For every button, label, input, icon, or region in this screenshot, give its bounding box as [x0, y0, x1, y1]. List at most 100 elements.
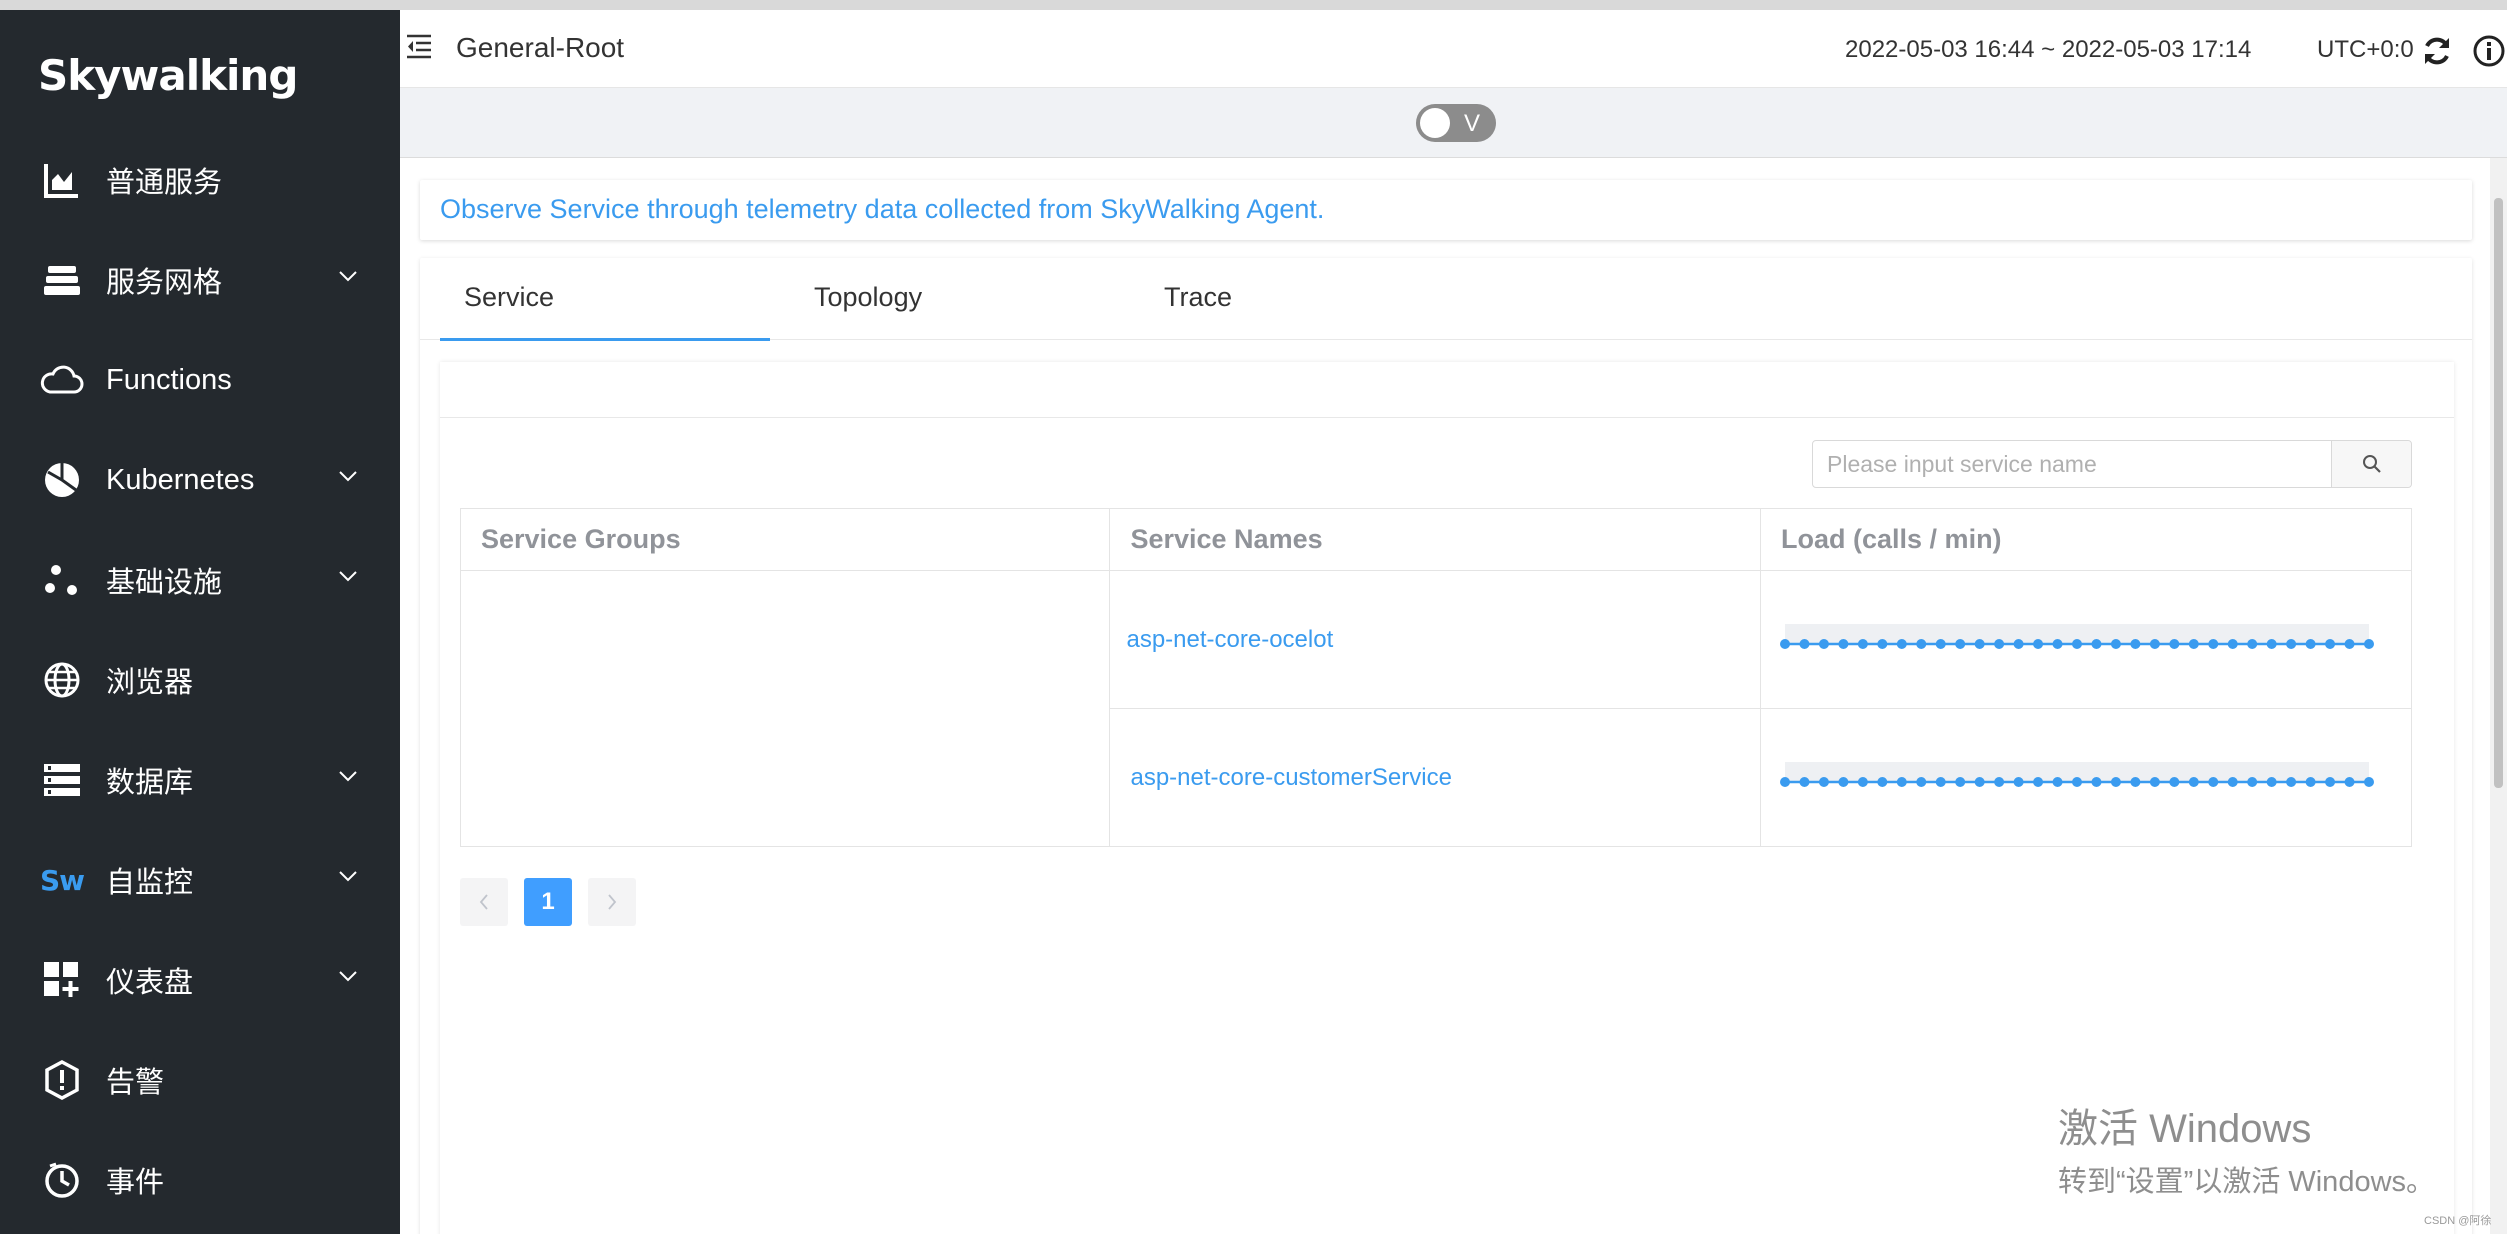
view-toggle-switch[interactable]: V [1416, 104, 1496, 142]
chevron-down-icon [339, 871, 357, 882]
mesh-icon [40, 258, 84, 302]
service-group-cell [459, 570, 1111, 847]
sparkline-point [2052, 638, 2063, 649]
sparkline-point [2072, 638, 2083, 649]
timezone-label[interactable]: UTC+0:0 [2317, 36, 2414, 64]
sparkline-point [2325, 638, 2336, 649]
sparkline-point [2364, 776, 2375, 787]
sidebar-item-database[interactable]: 数据库 [0, 730, 400, 830]
load-sparkline[interactable] [1777, 758, 2377, 798]
top-header: General-Root 2022-05-03 16:44 ~ 2022-05-… [400, 10, 2507, 88]
sidebar-item-service-mesh[interactable]: 服务网格 [0, 230, 400, 330]
service-table: Service Groups Service Names Load (calls… [459, 508, 2412, 847]
service-name-link[interactable]: asp-net-core-ocelot [1126, 626, 1333, 653]
toggle-label: V [1464, 110, 1481, 137]
skywalking-logo[interactable]: Skywalking [38, 40, 322, 110]
chevron-down-icon [339, 571, 357, 582]
sparkline-point [2033, 776, 2044, 787]
sidebar-item-label: Kubernetes [106, 463, 255, 496]
chevron-right-icon [608, 894, 617, 910]
chart-icon [40, 158, 84, 202]
sparkline-point [1857, 638, 1868, 649]
sparkline-point [1838, 776, 1849, 787]
prev-page-button[interactable] [460, 878, 508, 926]
sparkline-point [2169, 638, 2180, 649]
page-number-button[interactable]: 1 [524, 878, 572, 926]
search-button[interactable] [2331, 441, 2411, 487]
info-icon[interactable] [2472, 34, 2506, 73]
sparkline-point [2227, 776, 2238, 787]
sparkline-point [1877, 638, 1888, 649]
next-page-button[interactable] [588, 878, 636, 926]
logo-arc-icon [303, 55, 322, 95]
sw-icon-text: Sw [39, 863, 85, 897]
windows-activation-watermark: 激活 Windows 转到“设置”以激活 Windows。 [2058, 1096, 2435, 1200]
sidebar-item-label: 自监控 [106, 867, 194, 899]
sparkline-point [1780, 638, 1791, 649]
sparkline-point [2305, 776, 2316, 787]
column-header-load: Load (calls / min) [1760, 508, 2412, 571]
watermark-line-2: 转到“设置”以激活 Windows。 [2058, 1166, 2436, 1198]
table-header-row: Service Groups Service Names Load (calls… [459, 508, 2412, 571]
sidebar-item-alarm[interactable]: 告警 [0, 1030, 400, 1130]
scrollbar-thumb[interactable] [2494, 198, 2503, 788]
sidebar-item-label: 浏览器 [106, 667, 194, 699]
chevron-down-icon [339, 771, 357, 782]
database-icon [40, 758, 84, 802]
main-content: Observe Service through telemetry data c… [400, 158, 2490, 1234]
service-name-cell: asp-net-core-ocelot [1109, 570, 1762, 709]
tab-active-indicator [440, 338, 770, 341]
sparkline-point [2305, 638, 2316, 649]
sidebar-item-label: 告警 [106, 1067, 165, 1099]
sidebar-item-dashboard[interactable]: 仪表盘 [0, 930, 400, 1030]
sidebar-item-kubernetes[interactable]: Kubernetes [0, 430, 400, 530]
sidebar-item-label: 数据库 [106, 767, 194, 799]
panel-header [440, 362, 2454, 418]
sparkline-point [2325, 776, 2336, 787]
chevron-left-icon [479, 894, 488, 910]
watermark-line-1: 激活 Windows [2058, 1107, 2312, 1151]
sidebar-item-label: 事件 [106, 1167, 165, 1199]
sparkline-point [1935, 776, 1946, 787]
sidebar-item-label: 服务网格 [106, 267, 223, 299]
tab-service[interactable]: Service [464, 282, 554, 313]
sidebar-item-browser[interactable]: 浏览器 [0, 630, 400, 730]
chevron-down-icon [339, 471, 357, 482]
service-name-cell: asp-net-core-customerService [1109, 708, 1762, 847]
service-name-link[interactable]: asp-net-core-customerService [1130, 764, 1451, 791]
sparkline-point [2149, 638, 2160, 649]
sidebar-item-label: 仪表盘 [106, 967, 194, 999]
chevron-down-icon [339, 271, 357, 282]
sidebar-item-event[interactable]: 事件 [0, 1130, 400, 1230]
sparkline-point [2072, 776, 2083, 787]
service-search-input[interactable] [1813, 441, 2329, 487]
sidebar-item-general-service[interactable]: 普通服务 [0, 130, 400, 230]
time-range-picker[interactable]: 2022-05-03 16:44 ~ 2022-05-03 17:14 [1845, 36, 2251, 64]
sparkline-point [2091, 776, 2102, 787]
sparkline-point [2110, 776, 2121, 787]
load-cell [1760, 570, 2412, 709]
dashboard-icon [40, 958, 84, 1002]
source-watermark: CSDN @阿徐 [2424, 1215, 2492, 1227]
content-scrollbar[interactable] [2490, 158, 2507, 1234]
sparkline-point [2208, 776, 2219, 787]
refresh-icon[interactable] [2420, 34, 2454, 73]
sparkline-point [1799, 776, 1810, 787]
tab-trace[interactable]: Trace [1164, 282, 1232, 313]
sparkline-point [2033, 638, 2044, 649]
sidebar-item-functions[interactable]: Functions [0, 330, 400, 430]
sparkline-point [2286, 638, 2297, 649]
menu-collapse-icon[interactable] [404, 32, 434, 67]
sidebar-item-self-observability[interactable]: Sw 自监控 [0, 830, 400, 930]
sparkline-point [2266, 776, 2277, 787]
kubernetes-icon [40, 458, 84, 502]
sw-icon: Sw [39, 858, 85, 902]
tab-topology[interactable]: Topology [814, 282, 922, 313]
sparkline-point [1974, 776, 1985, 787]
sparkline-point [2052, 776, 2063, 787]
sparkline-point [2364, 638, 2375, 649]
toggle-knob [1420, 108, 1450, 138]
load-sparkline[interactable] [1777, 620, 2377, 660]
sidebar-item-infrastructure[interactable]: 基础设施 [0, 530, 400, 630]
cloud-icon [40, 358, 84, 402]
